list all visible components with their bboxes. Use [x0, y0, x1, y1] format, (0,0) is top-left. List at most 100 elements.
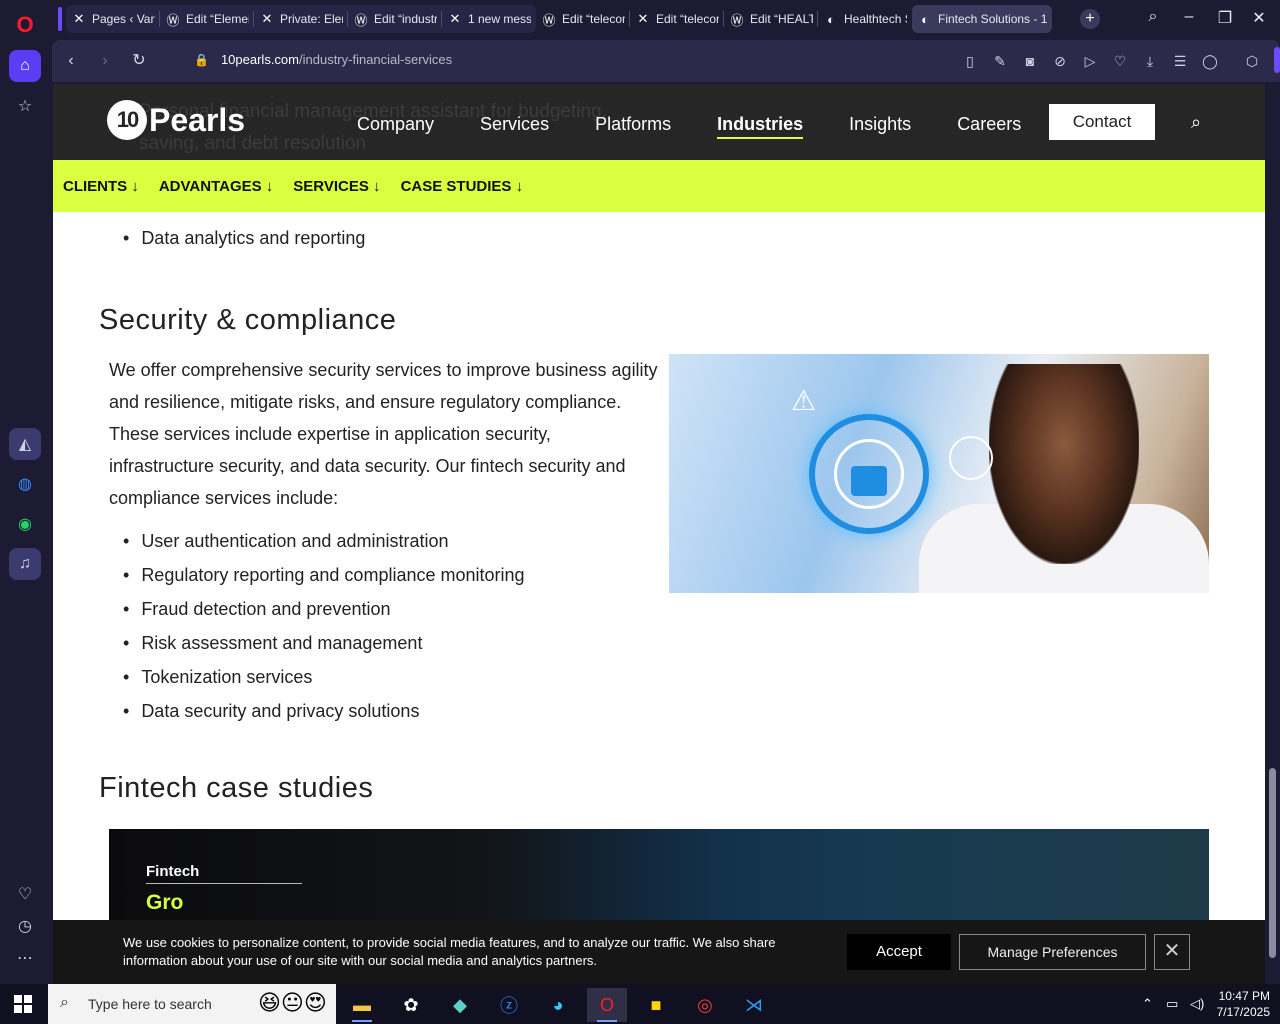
list-item: Tokenization services: [119, 660, 525, 694]
subnav-services[interactable]: SERVICES ↓: [293, 178, 380, 195]
easy-setup-icon[interactable]: ☰: [1170, 51, 1190, 71]
case-study-title: Gro: [146, 891, 184, 914]
x-icon: ✕: [73, 11, 85, 26]
tab-search-icon[interactable]: ⌕: [1138, 8, 1168, 26]
windows-start-icon[interactable]: [14, 995, 32, 1013]
cookie-message: We use cookies to personalize content, t…: [123, 935, 776, 968]
tab-5[interactable]: ✕1 new messa: [442, 5, 536, 33]
tab-6[interactable]: Ⓦ Edit “telecon: [536, 5, 630, 33]
sticky-notes-icon[interactable]: ■: [636, 988, 676, 1022]
tab-9[interactable]: ◐ Healthtech S: [818, 5, 912, 33]
bookmark-heart-icon[interactable]: ♡: [1110, 51, 1130, 71]
back-icon[interactable]: ‹: [60, 50, 82, 72]
person-head: [989, 364, 1139, 564]
camera-icon[interactable]: ◙: [1020, 51, 1040, 71]
divider: [146, 883, 302, 884]
home-icon[interactable]: ⌂: [9, 50, 41, 82]
heart-icon[interactable]: ♡: [9, 878, 41, 910]
extensions-icon[interactable]: ⬡: [1242, 51, 1262, 71]
contact-button[interactable]: Contact: [1049, 104, 1155, 140]
tab-7[interactable]: ✕ Edit “telecon: [630, 5, 724, 33]
address-field[interactable]: 🔒 10pearls.com/industry-financial-service…: [194, 52, 452, 67]
send-icon[interactable]: ▷: [1080, 51, 1100, 71]
nav-platforms[interactable]: Platforms: [595, 114, 671, 139]
volume-icon[interactable]: ◁): [1190, 996, 1204, 1012]
tab-group: ✕Pages ‹ Varta ⓌEdit “Elementor ✕Private…: [66, 5, 536, 33]
close-window-icon[interactable]: ✕: [1244, 8, 1274, 28]
music-player-icon[interactable]: ♫: [9, 548, 41, 580]
nav-insights[interactable]: Insights: [849, 114, 911, 139]
opera-logo-icon[interactable]: O: [8, 8, 42, 42]
url-host: 10pearls.com: [220, 52, 299, 67]
reload-icon[interactable]: ↻: [128, 50, 150, 72]
x-icon: ✕: [449, 11, 461, 26]
forward-icon[interactable]: ›: [94, 50, 116, 72]
nav-industries[interactable]: Industries: [717, 114, 804, 139]
accept-cookies-button[interactable]: Accept: [847, 934, 951, 970]
case-study-tag: Fintech: [146, 863, 200, 880]
whatsapp-icon[interactable]: ◉: [9, 508, 41, 540]
history-icon[interactable]: ◷: [9, 910, 41, 942]
case-study-card[interactable]: Fintech Gro: [109, 829, 1209, 929]
network-icon[interactable]: ▭: [1166, 996, 1178, 1012]
opera-taskbar-icon[interactable]: O: [587, 988, 627, 1022]
security-heading: Security & compliance: [99, 304, 397, 336]
x-icon: ✕: [637, 11, 649, 26]
wordpress-icon: Ⓦ: [354, 12, 368, 28]
adblock-icon[interactable]: ⊘: [1050, 51, 1070, 71]
logo-text: Pearls: [149, 101, 246, 138]
messenger-icon[interactable]: ◍: [9, 468, 41, 500]
chrome-icon[interactable]: ◎: [685, 988, 725, 1022]
tab-3[interactable]: ✕Private: Elem: [254, 5, 348, 33]
taskbar-search-input[interactable]: ⌕ Type here to search 😆😐😍: [48, 984, 336, 1024]
lock-icon: 🔒: [194, 53, 209, 67]
target-icon: [949, 436, 993, 480]
tab-1[interactable]: ✕Pages ‹ Varta: [66, 5, 160, 33]
paint-app-icon[interactable]: ✿: [391, 988, 431, 1022]
tab-8[interactable]: ⓌEdit “HEALTH: [724, 5, 818, 33]
zoom-icon[interactable]: ⓩ: [489, 988, 529, 1022]
restore-icon[interactable]: ❐: [1210, 8, 1240, 28]
file-explorer-icon[interactable]: ▬: [342, 988, 382, 1022]
list-item: User authentication and administration: [119, 524, 525, 558]
wordpress-icon: Ⓦ: [730, 12, 744, 28]
more-icon[interactable]: ⋯: [9, 942, 41, 974]
subnav-clients[interactable]: CLIENTS ↓: [63, 178, 139, 195]
search-icon: ⌕: [60, 994, 69, 1011]
10pearls-logo[interactable]: 10 Pearls: [107, 100, 245, 140]
tab-2[interactable]: ⓌEdit “Elementor: [160, 5, 254, 33]
nav-services[interactable]: Services: [480, 114, 549, 139]
sidebar-accent: [1274, 47, 1280, 73]
star-icon[interactable]: ☆: [9, 90, 41, 122]
security-list: User authentication and administration R…: [119, 524, 525, 728]
taskbar-clock[interactable]: 10:47 PM 7/17/2025: [1212, 988, 1270, 1020]
subnav-case-studies[interactable]: CASE STUDIES ↓: [401, 178, 524, 195]
x-icon: ✕: [261, 11, 273, 26]
vscode-icon[interactable]: ⋊: [734, 988, 774, 1022]
aria-icon[interactable]: ◭: [9, 428, 41, 460]
reader-mode-icon[interactable]: ▯: [960, 51, 980, 71]
nav-company[interactable]: Company: [357, 114, 434, 139]
page-scrollbar[interactable]: [1265, 84, 1280, 984]
tray-chevron-icon[interactable]: ⌃: [1142, 996, 1153, 1012]
edge-icon[interactable]: ◕: [538, 988, 578, 1022]
site-search-icon[interactable]: ⌕: [1191, 112, 1201, 133]
edit-icon[interactable]: ✎: [990, 51, 1010, 71]
10pearls-icon: ◐: [827, 11, 835, 27]
profile-icon[interactable]: ◯: [1200, 51, 1220, 71]
download-icon[interactable]: ⤓: [1140, 51, 1160, 71]
wordpress-icon: Ⓦ: [166, 12, 180, 28]
tab-10-active[interactable]: ◐ Fintech Solutions - 10: [912, 5, 1052, 33]
scroll-thumb[interactable]: [1269, 768, 1276, 958]
minimize-icon[interactable]: –: [1174, 8, 1204, 26]
close-cookie-icon[interactable]: ✕: [1154, 934, 1190, 970]
subnav-advantages[interactable]: ADVANTAGES ↓: [159, 178, 273, 195]
manage-preferences-button[interactable]: Manage Preferences: [959, 934, 1146, 970]
nav-careers[interactable]: Careers: [957, 114, 1021, 139]
site-header: Personal financial management assistant …: [53, 84, 1265, 160]
address-bar-row: ‹ › ↻ 🔒 10pearls.com/industry-financial-s…: [52, 40, 1280, 82]
10pearls-icon: ◐: [921, 11, 929, 27]
app-icon[interactable]: ◆: [440, 988, 480, 1022]
new-tab-button[interactable]: +: [1080, 9, 1100, 29]
tab-4[interactable]: Ⓦ Edit “industr: [348, 5, 442, 33]
